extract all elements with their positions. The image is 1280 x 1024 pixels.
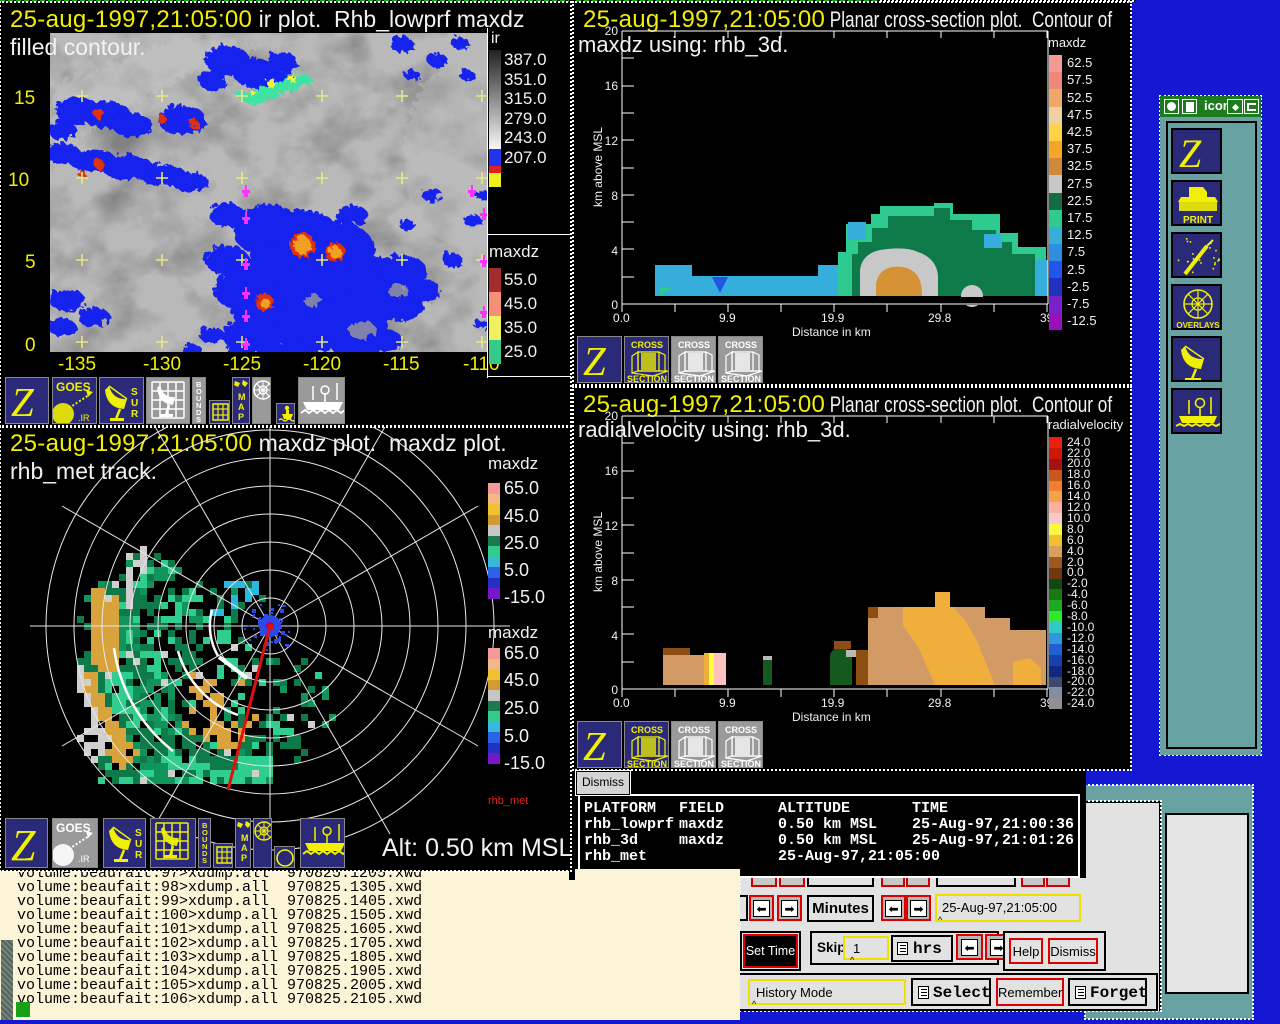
svg-text:R: R <box>131 409 139 420</box>
svg-text:P: P <box>238 412 244 422</box>
svg-text:PRINT: PRINT <box>1183 215 1213 226</box>
svg-text:CROSS: CROSS <box>725 340 757 350</box>
svg-text:R: R <box>135 850 143 861</box>
svg-text:S: S <box>196 415 201 424</box>
svg-text:SECTION: SECTION <box>627 759 667 768</box>
svg-text:OVERLAYS: OVERLAYS <box>1176 321 1220 330</box>
svg-text:CROSS: CROSS <box>725 725 757 735</box>
svg-text:SECTION: SECTION <box>674 759 714 768</box>
svg-text:Z: Z <box>1179 131 1202 174</box>
svg-text:S: S <box>202 856 207 865</box>
svg-text:M: M <box>238 392 246 402</box>
svg-text:M: M <box>241 833 249 843</box>
svg-text:Z: Z <box>11 821 36 868</box>
svg-text:A: A <box>238 402 245 412</box>
svg-text:SECTION: SECTION <box>674 374 714 383</box>
svg-text:P: P <box>241 853 247 863</box>
svg-text:CROSS: CROSS <box>631 725 663 735</box>
svg-text:CROSS: CROSS <box>678 340 710 350</box>
svg-text:SECTION: SECTION <box>721 374 761 383</box>
svg-text:S: S <box>131 387 138 398</box>
svg-text:A: A <box>241 843 248 853</box>
svg-text:GOES: GOES <box>56 821 91 835</box>
svg-text:.IR: .IR <box>78 854 90 864</box>
svg-text:SECTION: SECTION <box>721 759 761 768</box>
svg-text:Z: Z <box>583 723 607 768</box>
svg-text:.IR: .IR <box>78 413 90 423</box>
svg-text:S: S <box>135 828 142 839</box>
svg-text:U: U <box>135 839 142 850</box>
svg-text:CROSS: CROSS <box>678 725 710 735</box>
svg-text:GOES: GOES <box>56 380 91 394</box>
svg-text:Z: Z <box>583 338 607 383</box>
svg-text:U: U <box>131 398 138 409</box>
svg-text:CROSS: CROSS <box>631 340 663 350</box>
svg-text:Z: Z <box>11 379 35 424</box>
svg-text:SECTION: SECTION <box>627 374 667 383</box>
